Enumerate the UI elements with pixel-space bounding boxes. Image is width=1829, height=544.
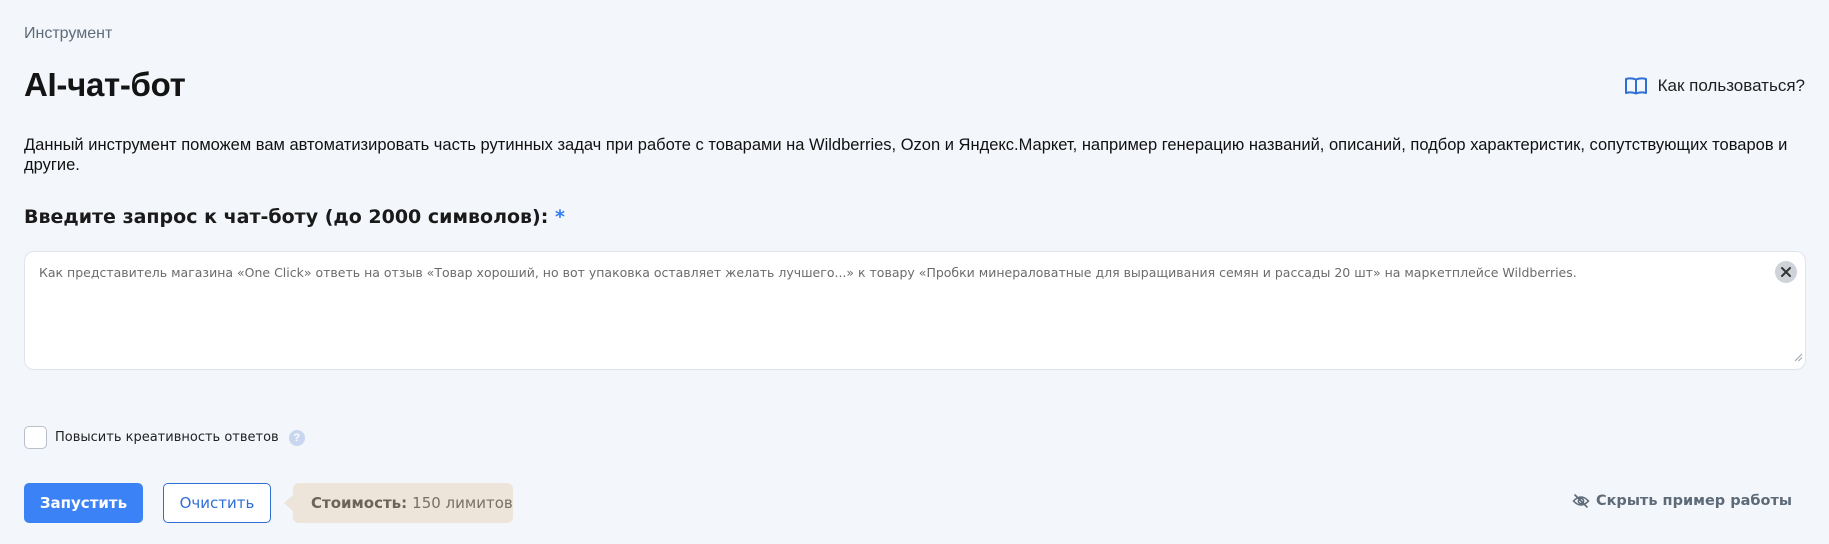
hide-example-link[interactable]: Скрыть пример работы	[1572, 493, 1792, 509]
creativity-checkbox[interactable]	[24, 426, 47, 449]
help-question-icon[interactable]: ?	[288, 429, 305, 446]
query-textarea[interactable]: Как представитель магазина «One Click» о…	[24, 251, 1806, 370]
how-to-use-link[interactable]: Как пользоваться?	[1624, 76, 1805, 96]
cost-badge: Стоимость: 150 лимитов	[284, 483, 513, 523]
resize-handle-icon[interactable]	[1793, 349, 1803, 367]
creativity-label[interactable]: Повысить креативность ответов	[55, 430, 279, 445]
clear-button[interactable]: Очистить	[163, 483, 271, 523]
tool-description: Данный инструмент поможем вам автоматизи…	[24, 136, 1788, 174]
breadcrumb[interactable]: Инструмент	[24, 25, 112, 43]
page-title: AI-чат-бот	[24, 66, 186, 103]
cost-label: Стоимость:	[311, 494, 408, 512]
book-icon	[1624, 76, 1648, 96]
how-to-use-label: Как пользоваться?	[1657, 76, 1805, 95]
run-button[interactable]: Запустить	[24, 483, 143, 523]
eye-off-icon	[1572, 493, 1590, 509]
hide-example-label: Скрыть пример работы	[1595, 493, 1792, 509]
creativity-option: Повысить креативность ответов ?	[24, 426, 305, 449]
clear-text-icon[interactable]	[1775, 261, 1797, 283]
required-mark: *	[554, 206, 565, 228]
query-label: Введите запрос к чат-боту (до 2000 симво…	[24, 206, 565, 228]
query-label-text: Введите запрос к чат-боту (до 2000 симво…	[24, 206, 549, 228]
query-textarea-value[interactable]: Как представитель магазина «One Click» о…	[39, 265, 1755, 281]
cost-value: 150 лимитов	[412, 494, 513, 512]
tool-panel: Инструмент AI-чат-бот Как пользоваться? …	[0, 0, 1829, 544]
